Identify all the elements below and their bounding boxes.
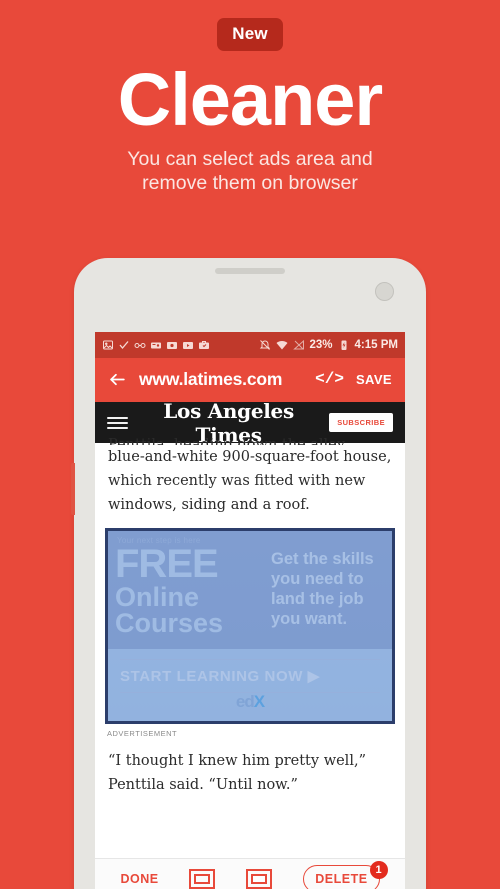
- battery-percent: 23%: [309, 339, 333, 351]
- front-camera-icon: [375, 282, 394, 301]
- ad-headline-line2: Online: [115, 582, 200, 612]
- promo-subtitle-line1: You can select ads area and: [127, 148, 373, 170]
- video-icon: [183, 342, 193, 349]
- new-badge: New: [217, 18, 283, 51]
- subscribe-button[interactable]: SUBSCRIBE: [329, 413, 393, 432]
- article-paragraph-1: blue-and-white 900-square-foot house, wh…: [108, 449, 392, 513]
- advertisement-label: ADVERTISEMENT: [107, 729, 178, 738]
- check-icon: [119, 341, 129, 350]
- battery-charging-icon: [341, 340, 347, 350]
- camera-icon: [167, 342, 177, 349]
- phone-side-button: [71, 463, 75, 515]
- status-bar-notifications: [102, 339, 259, 351]
- image-icon: [103, 340, 113, 350]
- done-button[interactable]: DONE: [120, 872, 158, 886]
- ad-container: Your next step is here FREE Online Cours…: [105, 528, 395, 738]
- browser-toolbar: www.latimes.com </> SAVE: [95, 358, 405, 400]
- signal-off-icon: [292, 339, 304, 350]
- radio-icon: [151, 342, 161, 349]
- delete-button-wrap: DELETE 1: [303, 860, 388, 889]
- phone-mockup: 23% 4:15 PM www.latimes.com </> SAVE Los…: [71, 258, 426, 889]
- glasses-icon: [134, 343, 146, 348]
- article-paragraph-2: “I thought I knew him pretty well,” Pent…: [108, 753, 366, 793]
- ad-select-toolbar: DONE DELETE 1: [95, 858, 405, 889]
- delete-button[interactable]: DELETE: [303, 864, 380, 889]
- clock: 4:15 PM: [354, 339, 398, 351]
- address-bar[interactable]: www.latimes.com: [139, 369, 303, 390]
- ad-body-text: Get the skills you need to land the job …: [271, 550, 374, 628]
- hamburger-icon[interactable]: [107, 416, 128, 429]
- delete-count-badge: 1: [369, 860, 388, 879]
- selected-ad-region[interactable]: Your next step is here FREE Online Cours…: [105, 528, 395, 724]
- ad-headline-line3: Courses: [115, 607, 224, 638]
- ad-cta-button[interactable]: START LEARNING NOW ▶: [120, 659, 380, 693]
- promo-header: New Cleaner You can select ads area and …: [0, 0, 500, 195]
- earpiece-speaker: [215, 268, 285, 274]
- ad-headline-line1: FREE: [115, 542, 219, 586]
- view-source-icon[interactable]: </>: [315, 370, 344, 388]
- ad-brand-logo: edX: [108, 692, 392, 712]
- save-button[interactable]: SAVE: [356, 372, 392, 387]
- phone-screen: 23% 4:15 PM www.latimes.com </> SAVE Los…: [95, 332, 405, 889]
- ad-brand-pre: ed: [235, 692, 255, 711]
- ad-brand-accent: X: [253, 692, 265, 711]
- select-area-shrink-icon[interactable]: [246, 868, 273, 889]
- promo-subtitle-line2: remove them on browser: [142, 172, 358, 194]
- status-bar-system: 23% 4:15 PM: [259, 339, 398, 351]
- bell-off-icon: [259, 340, 270, 350]
- select-area-expand-icon[interactable]: [189, 868, 216, 889]
- article-body-lower: “I thought I knew him pretty well,” Pent…: [95, 747, 405, 797]
- back-arrow-icon[interactable]: [108, 370, 127, 389]
- article-body: Penttila, heading down the alley toward …: [95, 437, 405, 517]
- article-clipped-line: Penttila, heading down the alley toward …: [108, 437, 345, 445]
- ad-headline: FREE Online Courses: [115, 542, 265, 638]
- status-bar: 23% 4:15 PM: [95, 332, 405, 358]
- briefcase-icon: [199, 341, 209, 349]
- promo-subtitle: You can select ads area and remove them …: [0, 147, 500, 195]
- page-title: Cleaner: [117, 58, 383, 141]
- wifi-icon: [276, 340, 287, 350]
